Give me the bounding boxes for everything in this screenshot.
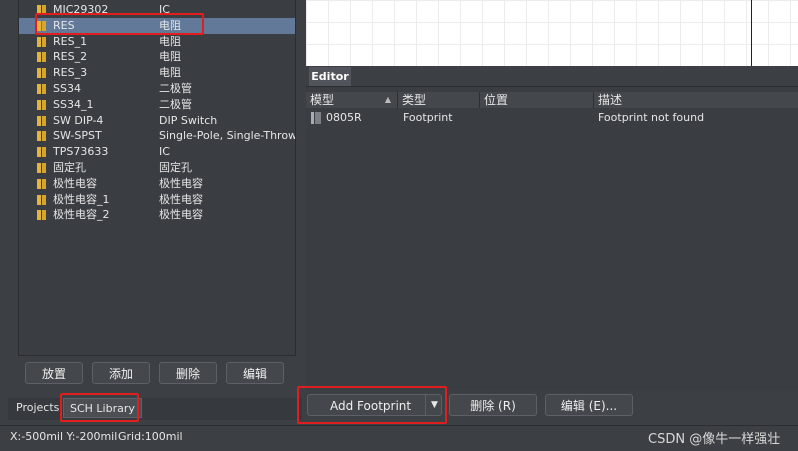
component-name: 极性电容 <box>53 176 97 190</box>
edit-button[interactable]: 编辑 <box>226 362 284 384</box>
component-name: SW DIP-4 <box>53 113 104 127</box>
col-type[interactable]: 类型 <box>398 92 480 108</box>
list-item[interactable]: RES_2 电阻 <box>19 49 295 65</box>
schematic-preview[interactable] <box>306 0 798 66</box>
row-type: Footprint <box>403 111 453 124</box>
list-item[interactable]: 固定孔 固定孔 <box>19 160 295 176</box>
sheet-grid <box>306 0 798 66</box>
list-item[interactable]: 极性电容 极性电容 <box>19 176 295 192</box>
component-name: 固定孔 <box>53 161 86 174</box>
component-icon <box>37 147 47 158</box>
component-icon <box>37 163 47 173</box>
component-description: DIP Switch <box>159 113 218 127</box>
component-description: 二极管 <box>159 97 192 111</box>
list-item[interactable]: SS34 二极管 <box>19 81 295 97</box>
list-item[interactable]: SS34_1 二极管 <box>19 97 295 113</box>
component-icon <box>37 52 47 63</box>
component-description: 电阻 <box>159 50 181 64</box>
status-bar: X:-500mil Y:-200mil Grid:100mil CSDN @像牛… <box>0 425 798 451</box>
component-icon <box>37 99 47 110</box>
component-name: SS34_1 <box>53 97 94 111</box>
component-name: 极性电容_2 <box>53 208 110 222</box>
col-location[interactable]: 位置 <box>480 92 594 108</box>
list-item[interactable]: RES_1 电阻 <box>19 34 295 50</box>
component-icon <box>37 36 47 47</box>
component-icon <box>37 115 47 126</box>
component-list[interactable]: MIC29302 IC RES 电阻 RES_1 电阻 RES_2 电阻 RES_3 电阻 SS34… <box>18 0 296 356</box>
footprint-icon <box>311 112 321 124</box>
list-item[interactable]: SW DIP-4 DIP Switch <box>19 113 295 129</box>
sheet-border-line <box>751 0 752 66</box>
tab-editor[interactable]: Editor <box>309 67 351 86</box>
delete-model-button[interactable]: 删除 (R) <box>449 394 537 416</box>
row-description: Footprint not found <box>598 111 705 124</box>
grid-readout: Grid:100mil <box>118 430 183 443</box>
col-model-label: 模型 <box>310 93 335 107</box>
component-icon <box>37 194 47 205</box>
component-description: 电阻 <box>159 34 181 48</box>
model-editor <box>306 86 798 391</box>
list-item[interactable]: 极性电容_2 极性电容 <box>19 207 295 223</box>
component-name: RES_1 <box>53 34 88 48</box>
component-icon <box>37 131 47 142</box>
component-description: 二极管 <box>159 82 192 95</box>
list-item[interactable]: TPS73633 IC <box>19 144 295 160</box>
coordinate-readout: X:-500mil Y:-200mil <box>10 430 118 443</box>
component-name: SS34 <box>53 82 81 95</box>
row-model: 0805R <box>326 111 362 124</box>
component-description: 极性电容 <box>159 192 203 206</box>
watermark: CSDN @像牛一样强壮 <box>648 432 781 447</box>
panel-tabbar: Projects SCH Library <box>8 398 302 420</box>
component-description: IC <box>159 145 170 159</box>
list-item[interactable]: RES_3 电阻 <box>19 65 295 81</box>
sort-asc-icon: ▲ <box>384 95 391 104</box>
tab-projects[interactable]: Projects <box>10 398 65 418</box>
col-model[interactable]: 模型 ▲ <box>306 92 398 108</box>
component-name: RES_3 <box>53 66 88 80</box>
highlight-res-row <box>35 13 204 35</box>
add-button[interactable]: 添加 <box>92 362 150 384</box>
delete-button[interactable]: 删除 <box>159 362 217 384</box>
place-button[interactable]: 放置 <box>25 362 83 384</box>
component-icon <box>37 68 47 79</box>
edit-model-button[interactable]: 编辑 (E)... <box>545 394 633 416</box>
component-name: TPS73633 <box>53 145 109 159</box>
component-icon <box>37 210 47 221</box>
component-description: Single-Pole, Single-Throw <box>159 129 296 143</box>
component-icon <box>37 84 47 94</box>
highlight-add-footprint <box>297 386 447 424</box>
component-name: RES_2 <box>53 50 88 64</box>
component-description: 极性电容 <box>159 176 203 190</box>
component-name: SW-SPST <box>53 129 102 143</box>
col-description[interactable]: 描述 <box>594 92 798 108</box>
component-description: 极性电容 <box>159 208 203 222</box>
component-description: 固定孔 <box>159 161 192 174</box>
component-icon <box>37 178 47 189</box>
component-name: 极性电容_1 <box>53 192 110 206</box>
list-item[interactable]: 极性电容_1 极性电容 <box>19 192 295 208</box>
editor-tabstrip <box>306 66 798 86</box>
sch-library-panel: MIC29302 IC RES 电阻 RES_1 电阻 RES_2 电阻 RES_3 电阻 SS34… <box>0 0 302 425</box>
model-table-header: 模型 ▲ 类型 位置 描述 <box>306 92 798 108</box>
list-item[interactable]: SW-SPST Single-Pole, Single-Throw <box>19 128 295 144</box>
component-description: 电阻 <box>159 66 181 80</box>
highlight-sch-library-tab <box>60 393 139 422</box>
